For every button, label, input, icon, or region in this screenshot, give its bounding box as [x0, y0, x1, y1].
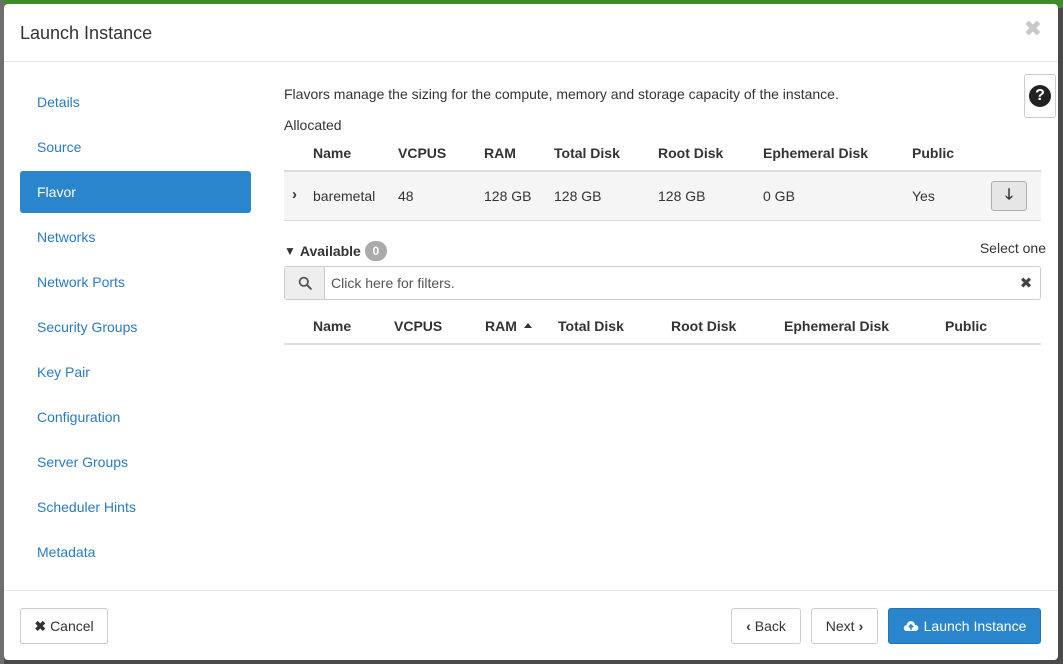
close-icon: ✖ [34, 617, 47, 634]
back-button[interactable]: ‹ Back [731, 608, 801, 644]
sidebar-item-networks[interactable]: Networks [20, 216, 251, 258]
sort-ascending-icon [523, 323, 532, 328]
launch-instance-button[interactable]: Launch Instance [888, 608, 1041, 644]
sidebar-item-security-groups[interactable]: Security Groups [20, 306, 251, 348]
next-button[interactable]: Next › [811, 608, 878, 644]
allocated-table-header: Name VCPUS RAM Total Disk Root Disk Ephe… [284, 138, 1041, 172]
sort-header-total-disk[interactable]: Total Disk [558, 318, 624, 334]
modal-title: Launch Instance [20, 23, 153, 43]
available-toggle[interactable]: ▼ Available 0 [284, 240, 387, 262]
sidebar-item-details[interactable]: Details [20, 81, 251, 123]
chevron-right-icon: › [858, 618, 864, 634]
modal-header: Launch Instance ✖ [4, 4, 1058, 62]
sidebar-item-metadata[interactable]: Metadata [20, 531, 251, 573]
back-label: Back [754, 618, 786, 634]
select-one-label: Select one [979, 240, 1046, 256]
column-header-root-disk: Root Disk [658, 145, 724, 161]
cell-total-disk: 128 GB [554, 188, 602, 204]
sidebar-item-network-ports[interactable]: Network Ports [20, 261, 251, 303]
cell-ephemeral-disk: 0 GB [763, 188, 795, 204]
next-label: Next [825, 618, 855, 634]
cancel-button[interactable]: ✖ Cancel [20, 608, 108, 644]
sort-header-ram[interactable]: RAM [485, 318, 532, 334]
table-row: › baremetal 48 128 GB 128 GB 128 GB 0 GB… [284, 172, 1041, 221]
column-header-name: Name [313, 145, 352, 161]
cell-name: baremetal [313, 188, 376, 204]
cell-root-disk: 128 GB [658, 188, 706, 204]
flavor-panel: ? Flavors manage the sizing for the comp… [284, 62, 1056, 592]
chevron-right-icon[interactable]: › [292, 186, 297, 203]
chevron-down-icon: ▼ [284, 244, 296, 258]
help-button[interactable]: ? [1024, 74, 1056, 118]
cancel-label: Cancel [50, 618, 94, 634]
sort-header-root-disk[interactable]: Root Disk [671, 318, 736, 334]
column-header-total-disk: Total Disk [554, 145, 620, 161]
available-label: Available [299, 243, 361, 259]
wizard-sidebar: Details Source Flavor Networks Network P… [20, 81, 251, 576]
sort-header-public[interactable]: Public [945, 318, 987, 334]
available-table-header: Name VCPUS RAM Total Disk Root Disk Ephe… [284, 309, 1041, 345]
available-count-badge: 0 [364, 241, 387, 261]
sidebar-item-flavor[interactable]: Flavor [20, 171, 251, 213]
sidebar-item-configuration[interactable]: Configuration [20, 396, 251, 438]
column-header-public: Public [912, 145, 955, 161]
launch-instance-modal: Launch Instance ✖ Details Source Flavor … [4, 4, 1058, 660]
sort-header-vcpus[interactable]: VCPUS [394, 318, 442, 334]
cell-public: Yes [912, 188, 935, 204]
sidebar-item-scheduler-hints[interactable]: Scheduler Hints [20, 486, 251, 528]
cell-vcpus: 48 [398, 188, 414, 204]
flavor-description: Flavors manage the sizing for the comput… [284, 86, 839, 102]
sidebar-item-server-groups[interactable]: Server Groups [20, 441, 251, 483]
close-icon[interactable]: ✖ [1024, 18, 1042, 40]
deallocate-button[interactable]: 🡓 [991, 181, 1027, 211]
sort-header-name[interactable]: Name [313, 318, 351, 334]
column-header-vcpus: VCPUS [398, 145, 447, 161]
question-icon: ? [1029, 85, 1051, 107]
column-header-ram: RAM [484, 145, 516, 161]
cell-ram: 128 GB [484, 188, 532, 204]
column-header-ephemeral-disk: Ephemeral Disk [763, 145, 869, 161]
cloud-upload-icon [903, 621, 918, 631]
filter-bar: ✖ [284, 266, 1041, 300]
sidebar-item-key-pair[interactable]: Key Pair [20, 351, 251, 393]
sort-header-ephemeral-disk[interactable]: Ephemeral Disk [784, 318, 889, 334]
arrow-down-icon: 🡓 [1005, 185, 1013, 203]
filter-input[interactable] [325, 267, 1012, 299]
allocated-label: Allocated [284, 117, 342, 133]
sort-header-ram-label: RAM [485, 318, 517, 334]
search-icon [285, 267, 325, 299]
chevron-left-icon: ‹ [746, 618, 751, 634]
sidebar-item-source[interactable]: Source [20, 126, 251, 168]
modal-footer: ✖ Cancel ‹ Back Next › Launch Instance [4, 590, 1058, 660]
clear-filter-icon[interactable]: ✖ [1012, 267, 1040, 299]
launch-instance-label: Launch Instance [923, 618, 1027, 634]
